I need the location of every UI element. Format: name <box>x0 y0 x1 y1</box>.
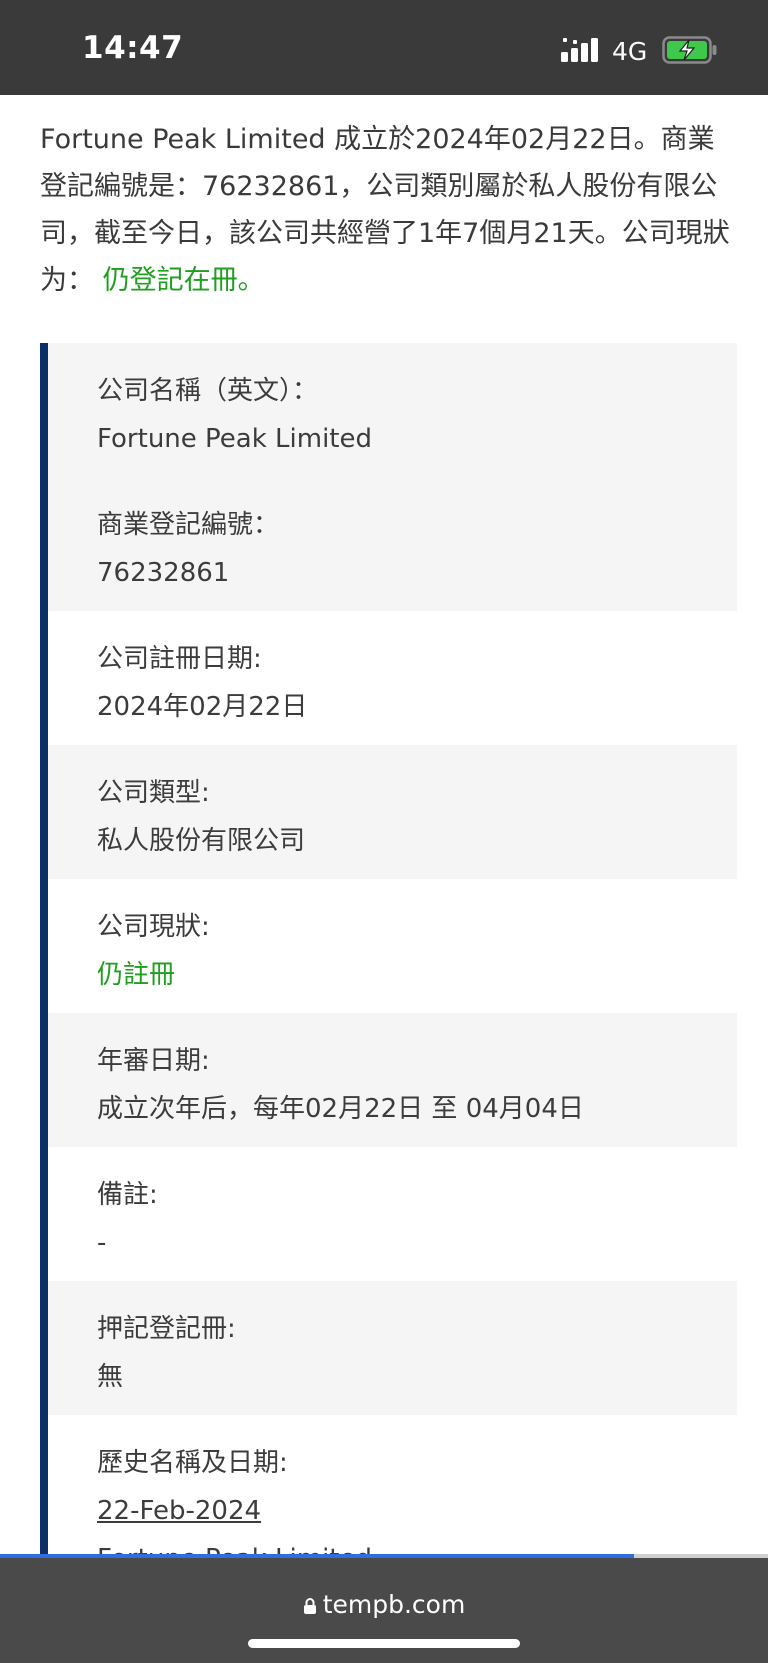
page-content: Fortune Peak Limited 成立於2024年02月22日。商業登記… <box>0 95 768 1557</box>
detail-company-type: 公司類型: 私人股份有限公司 <box>48 745 737 879</box>
value-br-number: 76232861 <box>97 558 230 588</box>
browser-bottom-bar: tempb.com <box>0 1558 768 1663</box>
summary-status: 仍登記在冊。 <box>102 265 265 296</box>
label-history: 歷史名稱及日期: <box>97 1448 288 1478</box>
battery-charging-icon <box>662 36 717 64</box>
detail-annual-return: 年審日期: 成立次年后，每年02月22日 至 04月04日 <box>48 1013 737 1147</box>
label-remarks: 備註: <box>97 1180 158 1210</box>
value-charges: 無 <box>97 1362 124 1392</box>
label-reg-date: 公司註冊日期: <box>97 644 262 674</box>
detail-name-and-br: 公司名稱（英文）： Fortune Peak Limited 商業登記編號： 7… <box>48 343 737 611</box>
detail-company-status: 公司現狀: 仍註冊 <box>48 879 737 1013</box>
home-indicator[interactable] <box>248 1639 520 1648</box>
network-type: 4G <box>612 37 648 66</box>
status-bar: 14:47 4G <box>0 0 768 95</box>
label-company-status: 公司現狀: <box>97 912 210 942</box>
url-text: tempb.com <box>322 1590 466 1619</box>
value-company-type: 私人股份有限公司 <box>97 826 306 856</box>
label-charges: 押記登記冊: <box>97 1314 236 1344</box>
company-summary: Fortune Peak Limited 成立於2024年02月22日。商業登記… <box>40 116 740 304</box>
detail-remarks: 備註: - <box>48 1147 737 1281</box>
value-company-status: 仍註冊 <box>97 960 176 990</box>
address-bar[interactable]: tempb.com <box>0 1590 768 1619</box>
status-time: 14:47 <box>82 30 184 66</box>
label-annual-return: 年審日期: <box>97 1046 210 1076</box>
signal-icon <box>561 38 598 62</box>
lock-icon <box>303 1598 316 1614</box>
detail-history: 歷史名稱及日期: 22-Feb-2024 Fortune Peak Limite… <box>48 1415 737 1557</box>
detail-reg-date: 公司註冊日期: 2024年02月22日 <box>48 611 737 745</box>
label-br-number: 商業登記編號： <box>97 510 280 540</box>
value-reg-date: 2024年02月22日 <box>97 692 308 722</box>
label-company-type: 公司類型: <box>97 778 210 808</box>
detail-charges: 押記登記冊: 無 <box>48 1281 737 1415</box>
value-annual-return: 成立次年后，每年02月22日 至 04月04日 <box>97 1094 584 1124</box>
value-remarks: - <box>97 1228 107 1258</box>
history-date-link[interactable]: 22-Feb-2024 <box>97 1487 737 1535</box>
value-company-name-en: Fortune Peak Limited <box>97 424 372 454</box>
company-details: 公司名稱（英文）： Fortune Peak Limited 商業登記編號： 7… <box>40 343 737 1557</box>
label-company-name-en: 公司名稱（英文）： <box>97 376 319 406</box>
